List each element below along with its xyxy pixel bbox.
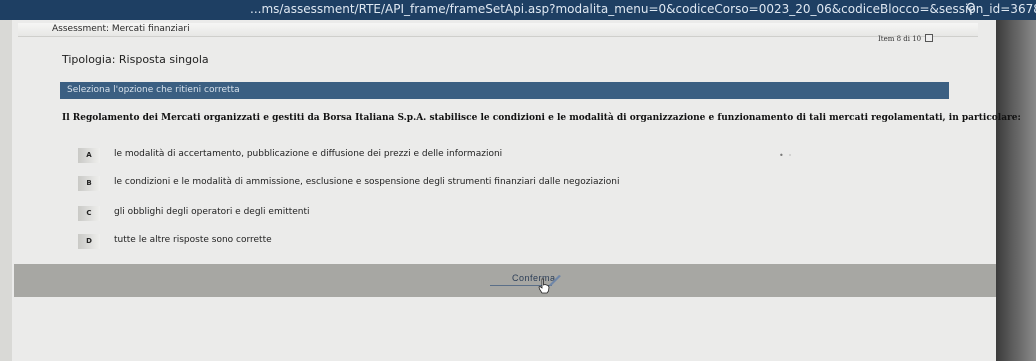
option-text[interactable]: le condizioni e le modalità di ammission… (114, 177, 619, 187)
item-counter: Item 8 di 10 (878, 34, 934, 43)
option-letter[interactable]: B (78, 176, 100, 191)
assessment-frame (12, 20, 996, 361)
document-icon[interactable] (925, 34, 934, 42)
option-letter[interactable]: D (78, 234, 100, 249)
option-text[interactable]: gli obblighi degli operatori e degli emi… (114, 207, 310, 217)
browser-address-bar[interactable]: ...ms/assessment/RTE/API_frame/frameSetA… (0, 0, 1036, 20)
option-letter[interactable]: C (78, 206, 100, 221)
question-text: Il Regolamento dei Mercati organizzati e… (62, 113, 1021, 123)
search-icon[interactable]: ⚲ (966, 0, 976, 18)
decorative-dots: • · (779, 151, 792, 160)
option-text[interactable]: le modalità di accertamento, pubblicazio… (114, 149, 502, 159)
item-counter-label: Item 8 di 10 (878, 35, 922, 43)
option-text[interactable]: tutte le altre risposte sono corrette (114, 235, 272, 245)
pen-icon (549, 275, 561, 286)
url-text[interactable]: ...ms/assessment/RTE/API_frame/frameSetA… (250, 0, 1036, 18)
instruction-text: Seleziona l'opzione che ritieni corretta (67, 85, 240, 95)
assessment-title: Assessment: Mercati finanziari (52, 24, 190, 34)
confirm-button[interactable]: Conferma (488, 270, 568, 288)
hand-cursor-icon (538, 278, 550, 294)
screen-edge (996, 20, 1036, 361)
question-type: Tipologia: Risposta singola (62, 53, 209, 66)
option-letter[interactable]: A (78, 148, 100, 163)
